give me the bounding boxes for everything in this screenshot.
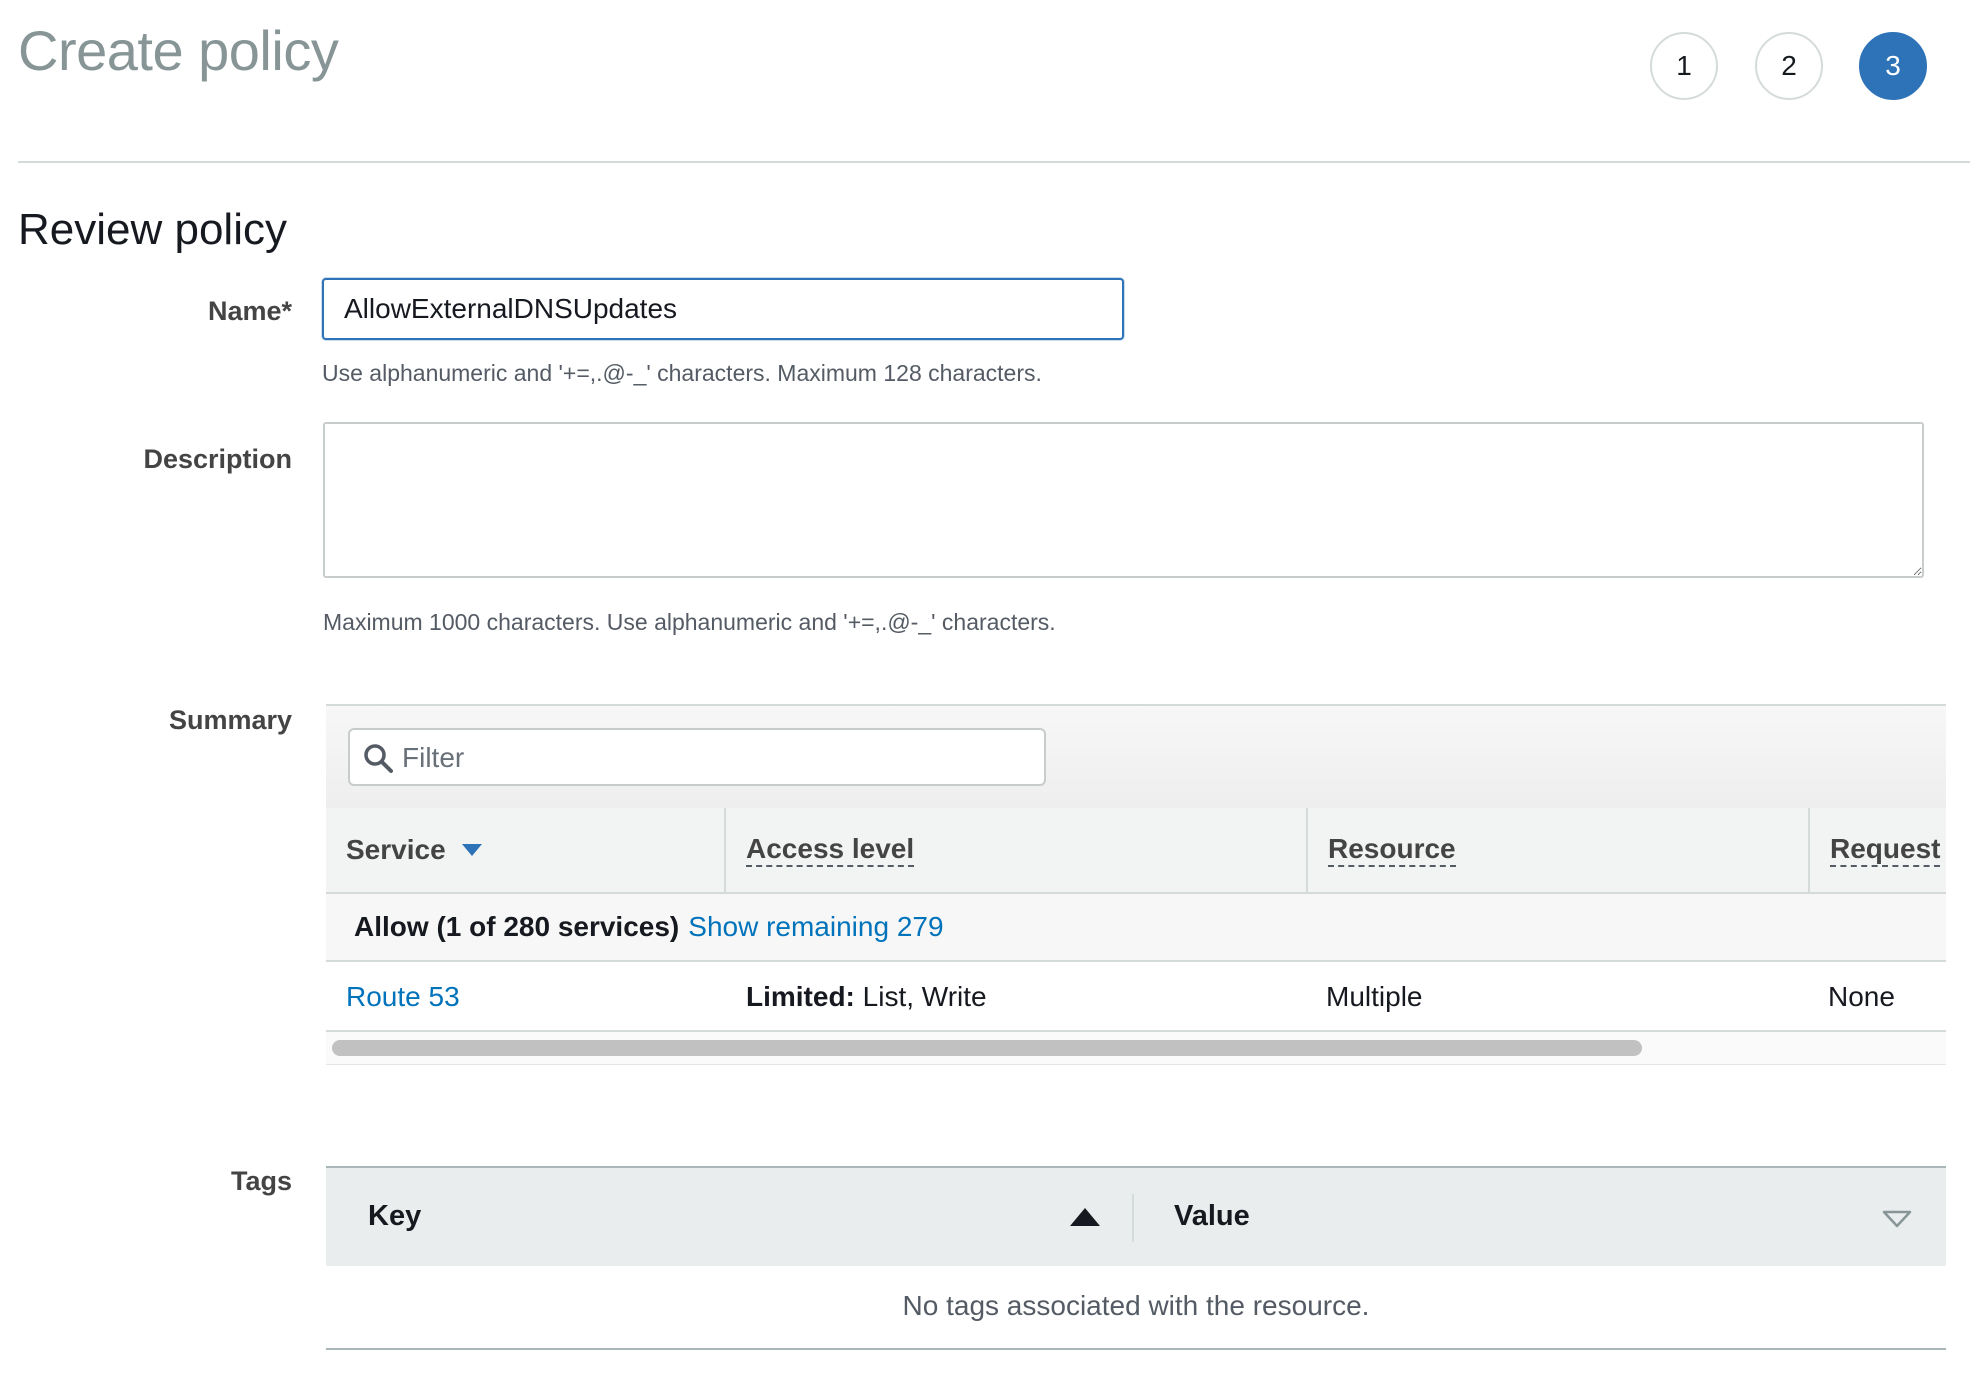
resource-cell: Multiple	[1326, 981, 1423, 1012]
column-divider	[1132, 1194, 1134, 1242]
summary-label: Summary	[168, 705, 292, 735]
create-policy-page: Create policy 1 2 3 Review policy Name* …	[0, 0, 1980, 1382]
column-header-resource[interactable]: Resource	[1306, 808, 1808, 892]
column-header-service-label: Service	[346, 834, 446, 865]
name-input[interactable]	[322, 278, 1124, 340]
allow-group-row: Allow (1 of 280 services) Show remaining…	[326, 894, 1946, 962]
summary-table: Service Access level Resource Request Al…	[326, 704, 1946, 1066]
sort-caret-down-icon[interactable]	[1882, 1210, 1912, 1228]
column-header-access-level[interactable]: Access level	[724, 808, 1306, 892]
step-2-indicator[interactable]: 2	[1755, 32, 1823, 100]
tags-table: Key Value No tags associated with the re…	[326, 1166, 1946, 1350]
filter-input[interactable]	[400, 736, 1024, 780]
description-hint: Maximum 1000 characters. Use alphanumeri…	[323, 609, 1056, 635]
show-remaining-link[interactable]: Show remaining 279	[688, 911, 943, 943]
table-row: Route 53 Limited: List, Write Multiple N…	[326, 964, 1946, 1032]
request-cell: None	[1828, 981, 1895, 1012]
step-1-indicator[interactable]: 1	[1650, 32, 1718, 100]
summary-table-header: Service Access level Resource Request	[326, 808, 1946, 894]
header-divider	[18, 161, 1970, 163]
description-textarea[interactable]	[323, 422, 1924, 578]
column-header-request-label: Request	[1830, 833, 1941, 868]
description-label: Description	[143, 444, 292, 474]
service-link-route53[interactable]: Route 53	[346, 981, 460, 1013]
column-header-key[interactable]: Key	[368, 1168, 421, 1264]
tags-label: Tags	[230, 1166, 292, 1196]
filter-field[interactable]	[348, 728, 1046, 786]
section-title: Review policy	[18, 205, 287, 254]
search-icon	[364, 744, 393, 773]
tags-table-header: Key Value	[326, 1166, 1946, 1266]
caret-down-icon[interactable]	[461, 844, 482, 856]
page-title: Create policy	[18, 19, 339, 82]
tags-empty-message: No tags associated with the resource.	[326, 1264, 1946, 1350]
allow-group-label: Allow (1 of 280 services)	[354, 911, 680, 942]
access-level-value: List, Write	[854, 981, 987, 1012]
scrollbar-thumb[interactable]	[332, 1040, 1642, 1056]
column-header-access-level-label: Access level	[746, 833, 915, 868]
column-header-request[interactable]: Request	[1808, 808, 1946, 892]
column-header-value[interactable]: Value	[1174, 1168, 1250, 1264]
access-level-prefix: Limited:	[746, 981, 855, 1012]
name-label: Name*	[207, 296, 292, 326]
filter-bar	[326, 706, 1946, 809]
sort-ascending-icon[interactable]	[1070, 1208, 1100, 1226]
column-header-resource-label: Resource	[1328, 833, 1456, 868]
access-level-cell: Limited: List, Write	[746, 964, 987, 1030]
step-3-indicator[interactable]: 3	[1859, 32, 1927, 100]
name-hint: Use alphanumeric and '+=,.@-_' character…	[322, 360, 1042, 386]
service-cell: Route 53	[346, 964, 460, 1030]
horizontal-scrollbar[interactable]	[326, 1032, 1946, 1065]
column-header-service[interactable]: Service	[326, 808, 724, 892]
